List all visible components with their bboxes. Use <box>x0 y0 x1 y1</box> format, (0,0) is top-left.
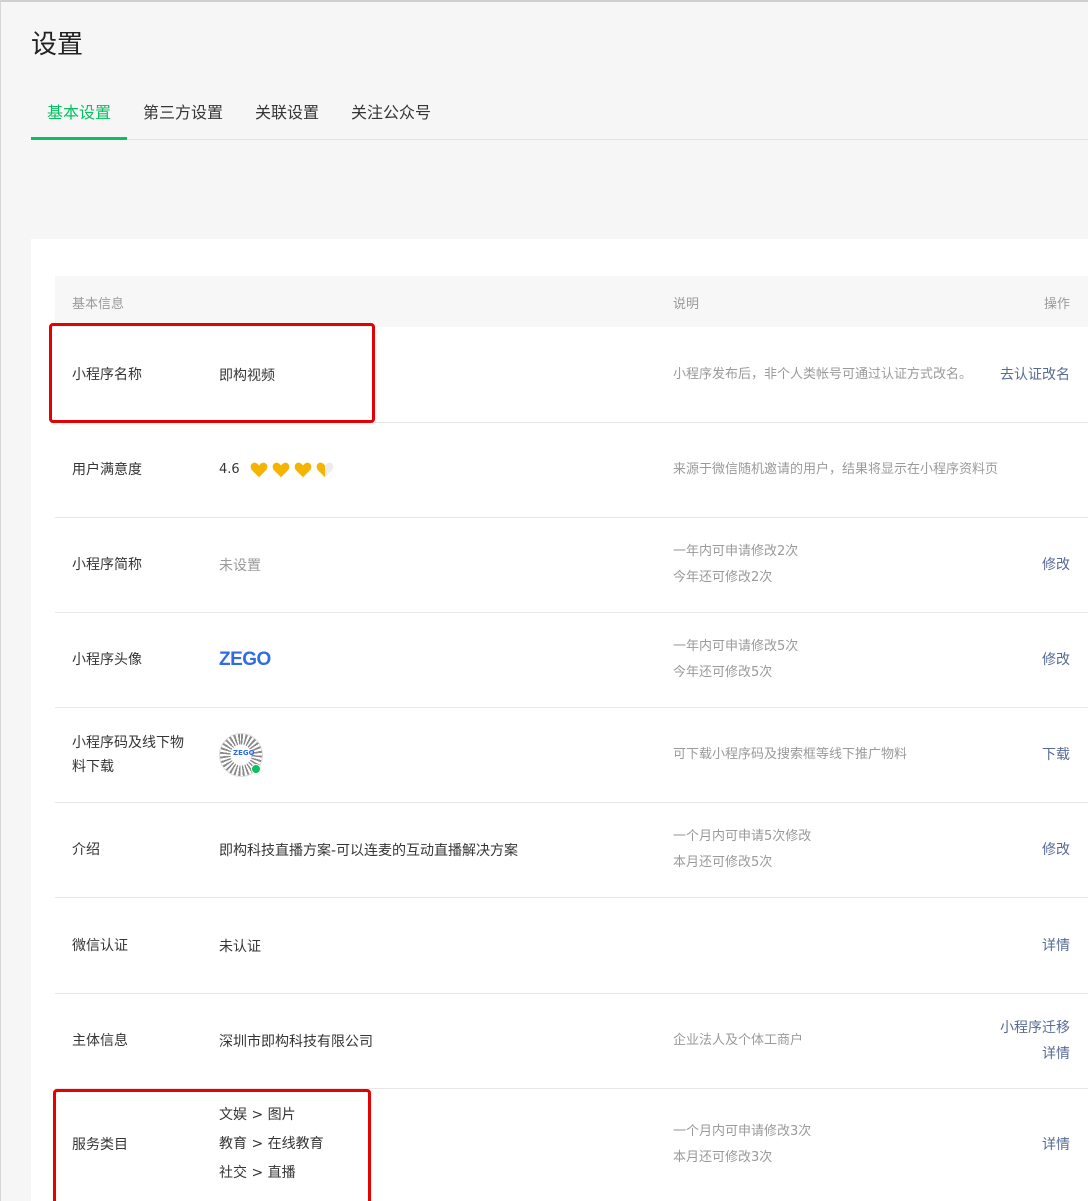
row-short-name: 小程序简称 未设置 一年内可申请修改2次 今年还可修改2次 修改 <box>55 517 1088 613</box>
mini-program-code-value: ZEGO <box>219 707 639 802</box>
settings-tabs: 基本设置 第三方设置 关联设置 关注公众号 <box>31 96 1088 140</box>
modify-short-name-link[interactable]: 修改 <box>1042 552 1070 578</box>
header-operation: 操作 <box>1043 297 1070 312</box>
tab-follow-official-account[interactable]: 关注公众号 <box>335 96 447 139</box>
row-description: 一个月内可申请修改3次 本月还可修改3次 <box>673 1088 1003 1201</box>
avatar-value: ZEGO <box>219 612 639 707</box>
row-operations: 下载 <box>1042 707 1070 802</box>
row-description: 来源于微信随机邀请的用户，结果将显示在小程序资料页 <box>673 422 1003 517</box>
row-description: 企业法人及个体工商户 <box>673 993 1003 1088</box>
introduction-value: 即构科技直播方案-可以连麦的互动直播解决方案 <box>219 842 519 859</box>
satisfaction-score: 4.6 <box>219 462 240 477</box>
desc-line: 可下载小程序码及搜索框等线下推广物料 <box>673 746 908 762</box>
row-introduction: 介绍 即构科技直播方案-可以连麦的互动直播解决方案 一个月内可申请5次修改 本月… <box>55 802 1088 898</box>
desc-line: 一个月内可申请5次修改 <box>673 828 812 844</box>
zego-logo: ZEGO <box>219 648 271 670</box>
desc-line: 来源于微信随机邀请的用户，结果将显示在小程序资料页 <box>673 461 999 477</box>
verify-rename-link[interactable]: 去认证改名 <box>1000 362 1070 388</box>
desc-line: 企业法人及个体工商户 <box>673 1032 804 1048</box>
row-user-satisfaction: 用户满意度 4.6 来源于微信随机邀请的用户，结果将显示在小程序资料页 <box>55 422 1088 518</box>
row-operations: 修改 <box>1042 517 1070 612</box>
rating-hearts: 4.6 <box>219 461 334 479</box>
highlight-name-box <box>49 323 375 423</box>
heart-full-icon <box>250 462 267 477</box>
short-name-value: 未设置 <box>219 557 261 574</box>
table-header: 基本信息 说明 操作 <box>55 276 1088 327</box>
category-details-link[interactable]: 详情 <box>1042 1132 1070 1158</box>
row-label: 用户满意度 <box>72 461 142 478</box>
top-border <box>0 0 1088 2</box>
mini-program-code-image: ZEGO <box>219 732 263 777</box>
desc-line: 一年内可申请修改5次 <box>673 638 799 654</box>
row-wechat-verification: 微信认证 未认证 详情 <box>55 898 1088 994</box>
verification-value: 未认证 <box>219 938 261 955</box>
page-title: 设置 <box>31 30 84 60</box>
row-label: 主体信息 <box>72 1032 128 1049</box>
row-label: 介绍 <box>72 841 100 858</box>
qr-center-logo: ZEGO <box>233 748 255 757</box>
row-operations: 修改 <box>1042 612 1070 707</box>
tab-basic-settings[interactable]: 基本设置 <box>31 96 128 140</box>
row-operations: 小程序迁移 详情 <box>1000 993 1070 1088</box>
heart-full-icon <box>272 462 289 477</box>
row-label: 小程序简称 <box>72 556 142 573</box>
row-operations: 修改 <box>1042 802 1070 897</box>
header-description: 说明 <box>673 297 700 312</box>
highlight-category-box <box>53 1089 371 1201</box>
row-description: 小程序发布后，非个人类帐号可通过认证方式改名。 <box>673 327 1003 422</box>
download-link[interactable]: 下载 <box>1042 742 1070 768</box>
row-operations: 详情 <box>1042 898 1070 993</box>
heart-half-icon <box>316 462 333 477</box>
verification-details-link[interactable]: 详情 <box>1042 933 1070 959</box>
desc-line: 今年还可修改5次 <box>673 664 773 680</box>
heart-full-icon <box>294 462 311 477</box>
tab-association-settings[interactable]: 关联设置 <box>239 96 335 139</box>
wechat-badge-icon <box>251 763 261 774</box>
row-description: 一年内可申请修改5次 今年还可修改5次 <box>673 612 1003 707</box>
row-label: 小程序头像 <box>72 651 142 668</box>
entity-details-link[interactable]: 详情 <box>1042 1041 1070 1067</box>
satisfaction-value: 4.6 <box>219 422 639 517</box>
header-basic-info: 基本信息 <box>72 297 125 312</box>
row-description: 一个月内可申请5次修改 本月还可修改5次 <box>673 802 1003 897</box>
row-avatar: 小程序头像 ZEGO 一年内可申请修改5次 今年还可修改5次 修改 <box>55 612 1088 708</box>
modify-introduction-link[interactable]: 修改 <box>1042 837 1070 863</box>
modify-avatar-link[interactable]: 修改 <box>1042 647 1070 673</box>
row-entity-info: 主体信息 深圳市即构科技有限公司 企业法人及个体工商户 小程序迁移 详情 <box>55 993 1088 1089</box>
tab-third-party-settings[interactable]: 第三方设置 <box>127 96 239 139</box>
migrate-mini-program-link[interactable]: 小程序迁移 <box>1000 1015 1070 1041</box>
row-label: 微信认证 <box>72 937 128 954</box>
row-operations: 去认证改名 <box>1000 327 1070 422</box>
desc-line: 今年还可修改2次 <box>673 569 773 585</box>
row-operations: 详情 <box>1042 1088 1070 1201</box>
desc-line: 一个月内可申请修改3次 <box>673 1123 812 1139</box>
left-border <box>0 0 1 1201</box>
desc-line: 小程序发布后，非个人类帐号可通过认证方式改名。 <box>673 366 973 382</box>
desc-line: 一年内可申请修改2次 <box>673 543 799 559</box>
row-description: 一年内可申请修改2次 今年还可修改2次 <box>673 517 1003 612</box>
entity-value: 深圳市即构科技有限公司 <box>219 1033 373 1050</box>
row-label: 小程序码及线下物料下载 <box>72 734 184 775</box>
row-mini-program-code: 小程序码及线下物料下载 ZEGO 可下载小程序码及搜索框等线下推广物料 下载 <box>55 707 1088 803</box>
desc-line: 本月还可修改5次 <box>673 854 773 870</box>
row-description: 可下载小程序码及搜索框等线下推广物料 <box>673 707 1003 802</box>
desc-line: 本月还可修改3次 <box>673 1149 773 1165</box>
